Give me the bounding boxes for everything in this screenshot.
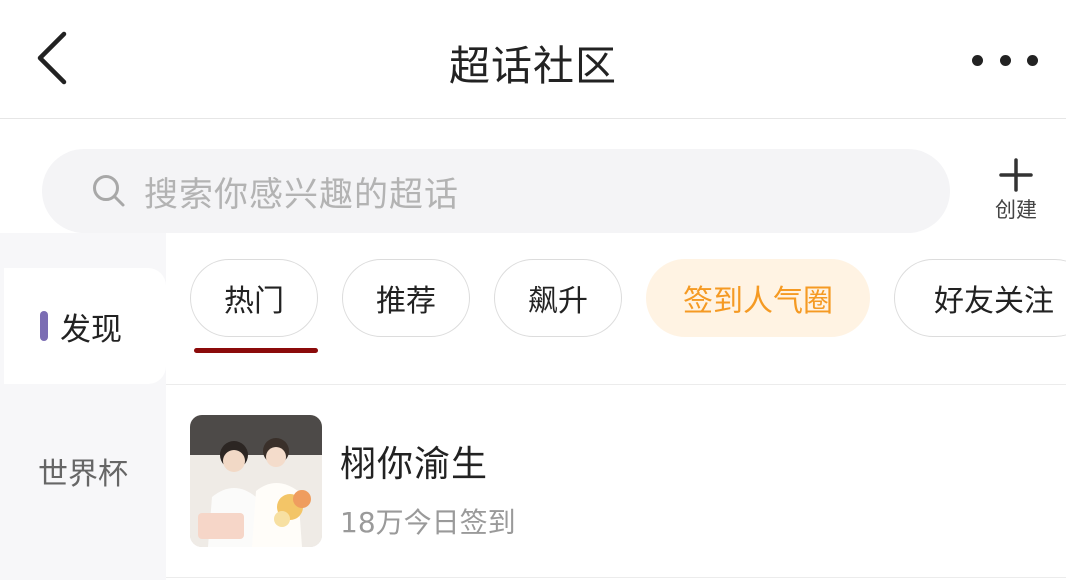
create-label: 创建 [995,198,1037,222]
topic-checkin-count: 18万今日签到 [340,506,516,539]
sidebar-item-world-cup[interactable]: 世界杯 [0,440,166,502]
filter-chips: 热门 推荐 飙升 签到人气圈 好友关注 [190,259,1066,339]
sidebar-item-discover[interactable]: 发现 [4,268,166,384]
search-icon [93,175,125,207]
sidebar-item-label: 发现 [60,311,122,348]
page-title: 超话社区 [449,42,617,90]
create-button[interactable]: 创建 [978,158,1054,228]
tab-indicator [194,348,318,353]
chip-checkin-popular[interactable]: 签到人气圈 [646,259,870,337]
divider [166,577,1066,578]
plus-icon [999,158,1033,192]
topic-name: 栩你渝生 [340,444,489,485]
active-marker [40,311,48,341]
topic-thumbnail [190,415,322,547]
more-button[interactable] [972,40,1038,80]
chip-friends-following[interactable]: 好友关注 [894,259,1066,337]
more-dots-icon [972,54,983,66]
chip-hot[interactable]: 热门 [190,259,318,337]
search-placeholder: 搜索你感兴趣的超话 [144,174,459,215]
search-input[interactable]: 搜索你感兴趣的超话 [42,149,950,233]
top-bar: 超话社区 [0,0,1066,119]
divider [166,384,1066,385]
chip-recommend[interactable]: 推荐 [342,259,470,337]
chip-rising[interactable]: 飙升 [494,259,622,337]
list-item[interactable]: 栩你渝生 18万今日签到 [190,415,1066,549]
sidebar-item-label: 世界杯 [38,457,128,492]
